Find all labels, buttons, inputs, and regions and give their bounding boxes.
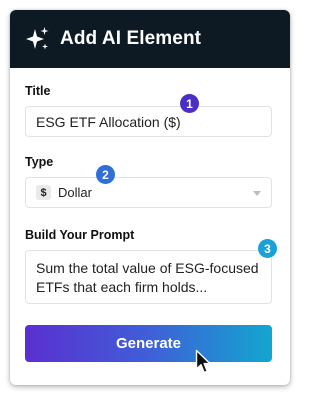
step-badge-2: 2: [96, 165, 115, 184]
dollar-sign-icon: $: [36, 185, 51, 200]
title-label: Title: [25, 84, 51, 98]
add-ai-element-panel: Add AI Element Title ESG ETF Allocation …: [10, 10, 290, 385]
step-badge-3: 3: [258, 239, 277, 258]
type-label: Type: [25, 155, 54, 169]
sparkle-icon: [26, 27, 49, 50]
prompt-textarea-value: Sum the total value of ESG-focused ETFs …: [36, 260, 259, 295]
mouse-pointer-icon: [195, 349, 211, 374]
chevron-down-icon: [253, 191, 261, 196]
panel-header: Add AI Element: [10, 10, 290, 68]
prompt-textarea[interactable]: Sum the total value of ESG-focused ETFs …: [25, 250, 272, 304]
title-input-value: ESG ETF Allocation ($): [36, 113, 181, 130]
prompt-label: Build Your Prompt: [25, 228, 135, 242]
type-select-value: Dollar: [58, 185, 92, 200]
panel-title: Add AI Element: [60, 28, 202, 49]
type-select[interactable]: $ Dollar: [25, 177, 272, 208]
generate-button[interactable]: Generate: [25, 325, 272, 362]
title-input[interactable]: ESG ETF Allocation ($): [25, 106, 272, 137]
step-badge-1: 1: [180, 94, 199, 113]
